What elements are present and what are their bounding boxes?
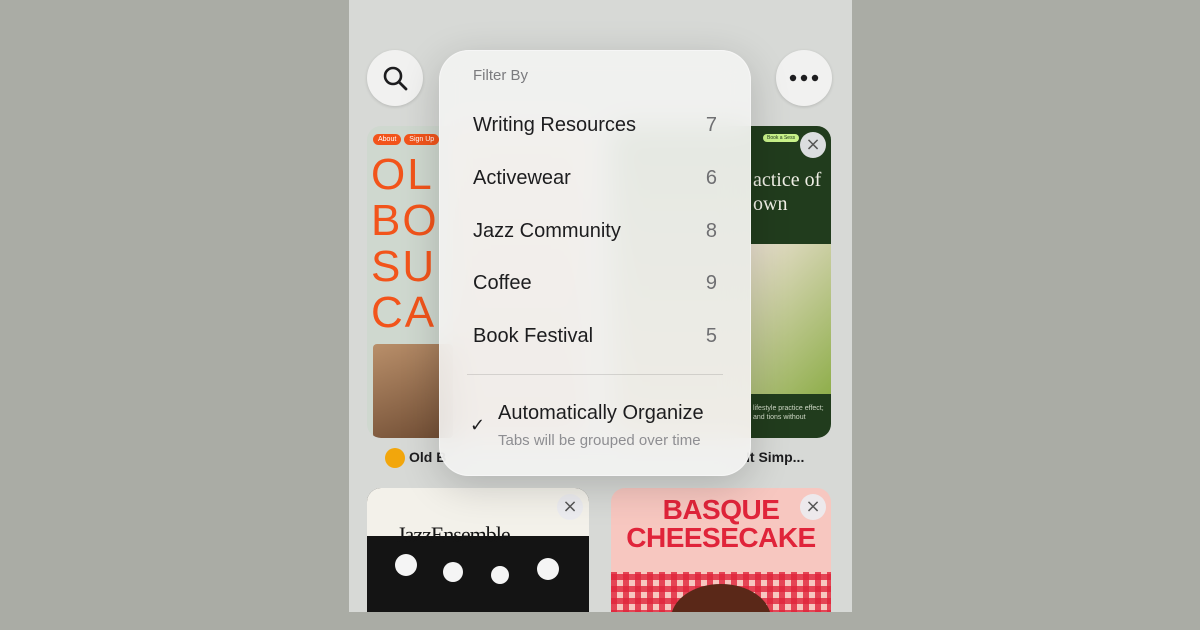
close-tab-button[interactable]: ×: [800, 494, 826, 520]
thumb-headline: JazzEnsemble: [397, 522, 511, 547]
more-button[interactable]: [776, 50, 832, 106]
thumb-headline: BASQUE CHEESECAKE: [626, 494, 816, 553]
thumb-body-text: lifestyle practice effect; and tions wit…: [753, 405, 824, 421]
checkmark-icon: ✓: [470, 415, 486, 436]
auto-organize-title: Automatically Organize: [498, 402, 704, 424]
filter-item-count: 7: [705, 113, 717, 136]
filter-menu: Filter By Writing Resources 7 Activewear…: [439, 50, 751, 476]
thumb-badge: Book a Sess: [763, 134, 800, 142]
filter-item-writing-resources[interactable]: Writing Resources 7: [473, 105, 717, 145]
tab-card-jazz[interactable]: JazzEnsemble: [367, 488, 589, 612]
filter-item-count: 9: [705, 271, 717, 294]
close-icon: ×: [562, 496, 578, 517]
filter-item-count: 5: [705, 324, 717, 347]
filter-item-label: Coffee: [473, 271, 532, 294]
close-tab-button[interactable]: ×: [800, 132, 826, 158]
filter-item-jazz-community[interactable]: Jazz Community 8: [473, 211, 717, 251]
favicon-old-books: [385, 448, 405, 468]
search-icon: [383, 66, 408, 91]
filter-item-book-festival[interactable]: Book Festival 5: [473, 316, 717, 356]
thumb-chip: Sign Up: [404, 134, 440, 145]
filter-item-label: Activewear: [473, 166, 571, 189]
filter-item-count: 8: [705, 219, 717, 242]
search-button[interactable]: [367, 50, 423, 106]
close-icon: ×: [805, 496, 821, 517]
filter-menu-header: Filter By: [473, 67, 529, 84]
thumb-image-bowl: [751, 244, 831, 394]
close-icon: ×: [805, 134, 821, 155]
close-tab-button[interactable]: ×: [557, 494, 583, 520]
filter-item-coffee[interactable]: Coffee 9: [473, 263, 717, 303]
thumb-chip: About: [373, 134, 402, 145]
filter-item-label: Jazz Community: [473, 219, 621, 242]
filter-item-count: 6: [705, 166, 717, 189]
filter-item-activewear[interactable]: Activewear 6: [473, 158, 717, 198]
filter-item-label: Writing Resources: [473, 113, 637, 136]
ellipsis-icon: [789, 74, 819, 82]
tab-title-practice: It Simp...: [746, 449, 805, 465]
menu-divider: [467, 374, 723, 375]
auto-organize-subtitle: Tabs will be grouped over time: [498, 432, 701, 449]
thumb-headline: actice of own: [753, 169, 822, 215]
tab-card-basque[interactable]: BASQUE CHEESECAKE: [611, 488, 831, 612]
thumb-lights: [387, 552, 577, 612]
filter-item-label: Book Festival: [473, 324, 594, 347]
